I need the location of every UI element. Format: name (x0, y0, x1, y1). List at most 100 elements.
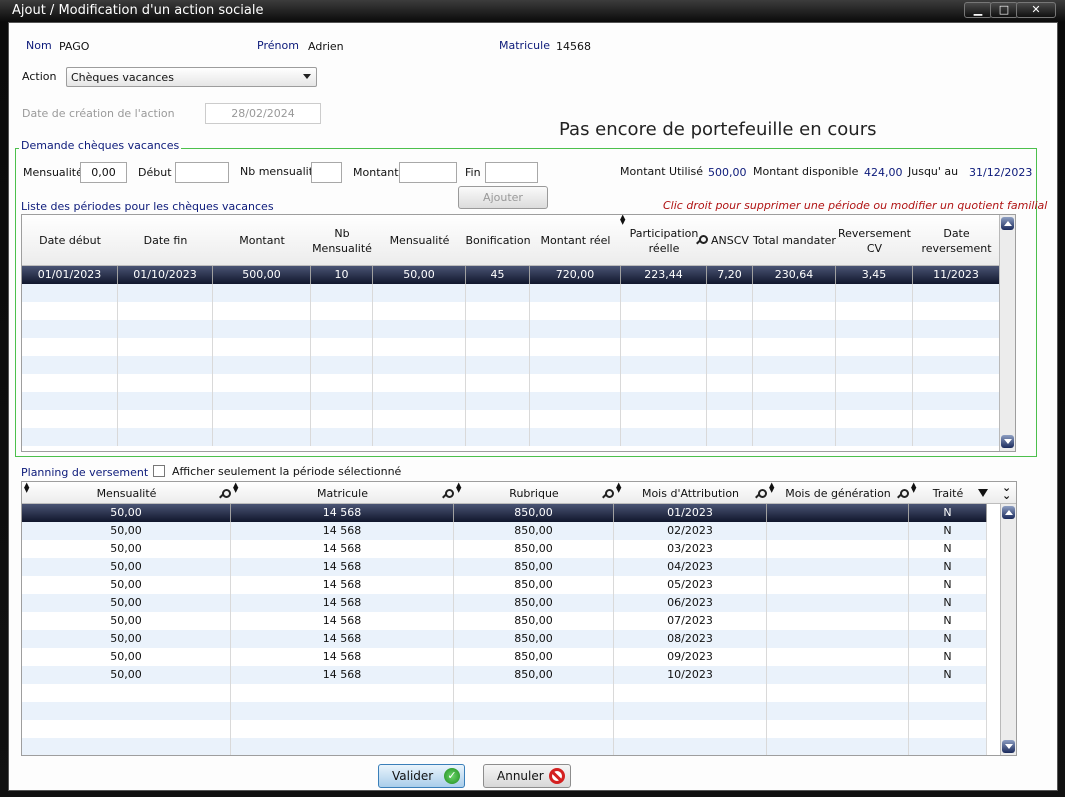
table-row[interactable] (22, 356, 1000, 374)
search-icon[interactable] (219, 489, 231, 499)
table-row[interactable] (22, 302, 1000, 320)
periodes-scrollbar[interactable] (999, 215, 1015, 451)
periodes-header-cell[interactable]: Participation réelle (621, 215, 707, 266)
search-icon[interactable] (602, 489, 614, 499)
search-icon[interactable] (442, 489, 454, 499)
valider-button[interactable]: Valider ✓ (378, 764, 465, 788)
search-icon[interactable] (897, 489, 909, 499)
periodes-header-cell[interactable]: Date fin (118, 215, 213, 266)
search-icon[interactable] (696, 235, 708, 245)
filter-icon[interactable] (978, 489, 988, 497)
creation-date-field: 28/02/2024 (205, 103, 321, 124)
periode-filter-checkbox[interactable] (153, 465, 165, 477)
periodes-header-cell[interactable]: Mensualité (373, 215, 466, 266)
periodes-header-cell[interactable]: ANSCV (707, 215, 753, 266)
periodes-header-cell[interactable]: Montant réel (530, 215, 621, 266)
table-row[interactable] (22, 374, 1000, 392)
table-row[interactable]: 50,00 14 568 850,00 07/2023 N (22, 612, 987, 630)
table-row[interactable]: 50,00 14 568 850,00 10/2023 N (22, 666, 987, 684)
table-cell (311, 410, 373, 428)
sort-icon[interactable]: ▲ ▼ (24, 482, 32, 494)
action-select[interactable]: Chèques vacances (66, 67, 317, 87)
ajouter-button[interactable]: Ajouter (458, 186, 548, 209)
table-row[interactable]: 50,00 14 568 850,00 01/2023 N (22, 504, 987, 522)
table-cell (836, 284, 913, 302)
periodes-table[interactable]: Date début Date fin Montant Nb Mensualité Me… (21, 214, 1016, 452)
dialog-window: Ajout / Modification d'un action sociale… (0, 0, 1065, 797)
table-row[interactable] (22, 392, 1000, 410)
table-cell (311, 356, 373, 374)
window-title: Ajout / Modification d'un action sociale (12, 3, 264, 18)
periodes-header-cell[interactable]: Nb Mensualité (311, 215, 373, 266)
close-button[interactable]: ✕ (1016, 2, 1056, 18)
table-cell (836, 356, 913, 374)
periodes-header-cell[interactable]: Date début (22, 215, 118, 266)
annuler-label: Annuler (497, 769, 544, 783)
sort-icon[interactable]: ▲ ▼ (233, 482, 241, 494)
sort-icon[interactable]: ▲ ▼ (911, 482, 919, 494)
table-row[interactable] (22, 338, 1000, 356)
periodes-header-cell[interactable]: Montant (213, 215, 311, 266)
table-row[interactable]: 50,00 14 568 850,00 03/2023 N (22, 540, 987, 558)
planning-header-cell[interactable]: Mois de génération (767, 482, 909, 504)
mensualite-input[interactable]: 0,00 (80, 162, 127, 183)
maximize-button[interactable]: □ (990, 2, 1018, 18)
periodes-header-cell[interactable]: Reversement CV (836, 215, 913, 266)
table-cell (530, 392, 621, 410)
minimize-button[interactable]: ▁ (964, 2, 992, 18)
periodes-header-cell[interactable]: Bonification (465, 215, 530, 266)
table-row[interactable]: 50,00 14 568 850,00 08/2023 N (22, 630, 987, 648)
annuler-button[interactable]: Annuler (483, 764, 571, 788)
table-row[interactable] (22, 428, 1000, 446)
planning-table[interactable]: Mensualité Matricule Rubrique Mois d'Attrib… (21, 481, 1017, 756)
table-cell: 50,00 (22, 558, 231, 576)
planning-header-cell[interactable]: Mois d'Attribution (614, 482, 767, 504)
sort-icon[interactable]: ▲ ▼ (456, 482, 464, 494)
table-row[interactable]: 50,00 14 568 850,00 05/2023 N (22, 576, 987, 594)
table-row[interactable] (22, 284, 1000, 302)
debut-input[interactable] (175, 162, 229, 183)
nb-mensualite-input[interactable] (311, 162, 342, 183)
table-row[interactable] (22, 720, 987, 738)
scroll-up-icon[interactable] (1001, 217, 1014, 230)
planning-scrollbar[interactable] (1000, 504, 1016, 755)
table-cell (530, 302, 621, 320)
table-row[interactable] (22, 738, 987, 755)
planning-header-cell[interactable]: Mensualité (22, 482, 231, 504)
table-cell: 850,00 (454, 558, 614, 576)
table-row[interactable]: 50,00 14 568 850,00 06/2023 N (22, 594, 987, 612)
periodes-header-cell[interactable]: Total mandater (753, 215, 836, 266)
table-cell (213, 428, 311, 446)
table-cell (767, 630, 909, 648)
sort-icon[interactable]: ▲ ▼ (616, 482, 624, 494)
table-row[interactable]: 50,00 14 568 850,00 02/2023 N (22, 522, 987, 540)
sort-icon[interactable]: ▲ ▼ (769, 482, 777, 494)
table-cell (530, 338, 621, 356)
sort-icon[interactable]: ▲ ▼ (620, 215, 628, 226)
scroll-down-icon[interactable] (1001, 435, 1014, 448)
table-cell (530, 284, 621, 302)
table-cell: 50,00 (22, 612, 231, 630)
table-row[interactable]: 50,00 14 568 850,00 09/2023 N (22, 648, 987, 666)
table-row[interactable] (22, 684, 987, 702)
table-row[interactable]: 01/01/2023 01/10/2023 500,00 10 50,00 45 720,0… (22, 266, 1000, 284)
table-row[interactable] (22, 410, 1000, 428)
montant-input[interactable] (399, 162, 457, 183)
table-cell (614, 738, 767, 755)
planning-header-cell[interactable]: Rubrique (454, 482, 614, 504)
scroll-up-icon[interactable] (1002, 506, 1015, 519)
planning-header-cell[interactable]: Matricule (231, 482, 454, 504)
scroll-down-icon[interactable] (1002, 740, 1015, 753)
expand-columns-icon[interactable]: ⌄ ⌄ (1002, 482, 1011, 501)
table-cell: 04/2023 (614, 558, 767, 576)
table-row[interactable] (22, 320, 1000, 338)
fin-input[interactable] (485, 162, 538, 183)
search-icon[interactable] (755, 489, 767, 499)
periodes-header-cell[interactable]: Date reversement (913, 215, 1000, 266)
action-select-value: Chèques vacances (71, 71, 174, 84)
valider-label: Valider (392, 769, 434, 783)
planning-header-cell[interactable]: Traité (909, 482, 987, 504)
table-row[interactable]: 50,00 14 568 850,00 04/2023 N (22, 558, 987, 576)
table-row[interactable] (22, 702, 987, 720)
table-cell: N (909, 576, 987, 594)
